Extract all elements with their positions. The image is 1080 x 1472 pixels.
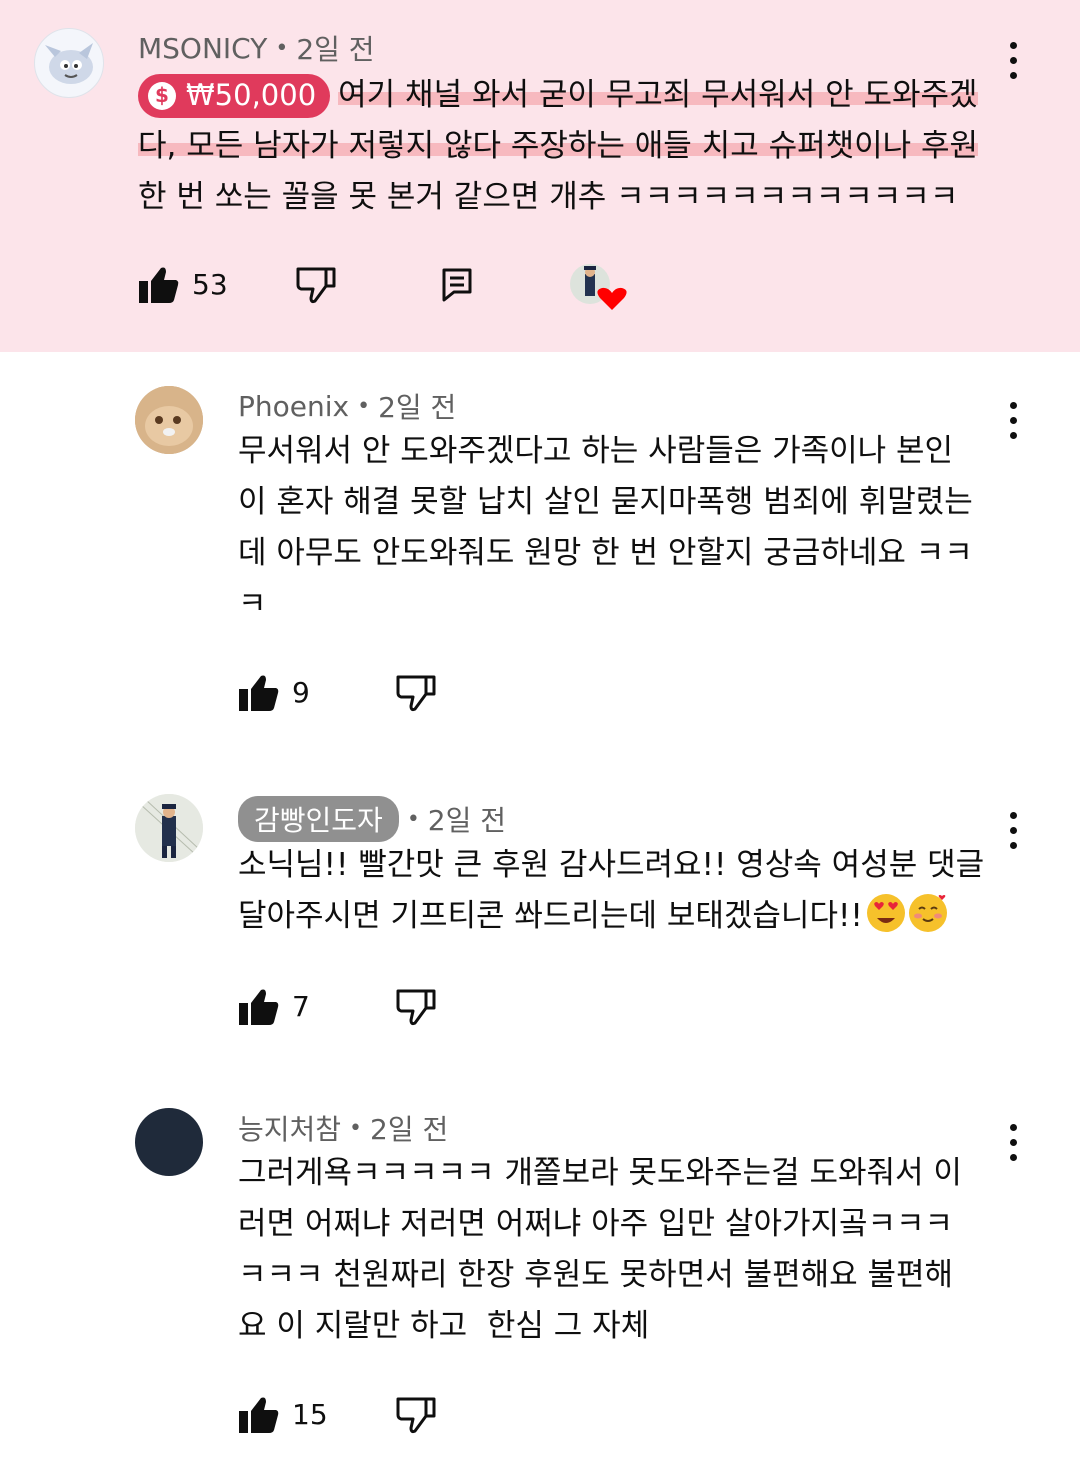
more-options-button[interactable] <box>998 812 1028 852</box>
avatar[interactable] <box>135 1108 203 1176</box>
dislike-icon[interactable] <box>396 988 436 1026</box>
avatar[interactable] <box>135 386 203 454</box>
comment-text: 소닉님!! 빨간맛 큰 후원 감사드려요!! 영상속 여성분 댓글 달아주시면 … <box>238 840 984 942</box>
more-options-icon <box>1010 812 1017 819</box>
comment-line: 소닉님!! 빨간맛 큰 후원 감사드려요!! 영상속 여성분 댓글 <box>238 847 985 883</box>
comment-line: ㅋㅋㅋ 천원짜리 한장 후원도 못하면서 불편해요 불편해 <box>238 1257 954 1293</box>
comment-msonicy: MSONICY • 2일 전 $ ₩50,000 여기 채널 와서 굳이 무고죄 무… <box>0 0 1080 352</box>
timestamp: 2일 전 <box>370 1113 449 1146</box>
more-options-icon <box>1010 402 1017 409</box>
more-options-icon <box>1010 42 1017 49</box>
author-name[interactable]: Phoenix <box>238 390 349 423</box>
more-options-button[interactable] <box>998 402 1028 442</box>
comment-line-text: 다, 모든 남자가 저렇지 않다 주장하는 애들 치고 슈퍼챗이나 후원 <box>138 128 979 164</box>
heart-eyes-emoji-icon <box>866 894 905 932</box>
like-icon[interactable] <box>238 988 280 1026</box>
comment-line: 달아주시면 기프티콘 쏴드리는데 보태겠습니다!! <box>238 891 984 942</box>
separator-dot: • <box>357 393 371 419</box>
comment-line: 무서워서 안 도와주겠다고 하는 사람들은 가족이나 본인 <box>238 433 954 469</box>
like-count: 53 <box>192 268 228 301</box>
timestamp: 2일 전 <box>427 804 507 837</box>
timestamp: 2일 전 <box>296 33 375 66</box>
comment-line: 데 아무도 안도와줘도 원망 한 번 안할지 궁금하네요 ㅋㅋ <box>238 535 973 571</box>
timestamp: 2일 전 <box>378 391 457 424</box>
comment-line: 다, 모든 남자가 저렇지 않다 주장하는 애들 치고 슈퍼챗이나 후원 <box>138 121 979 172</box>
author-name[interactable]: MSONICY <box>138 32 267 65</box>
comment-text: $ ₩50,000 여기 채널 와서 굳이 무고죄 무서워서 안 도와주겠 다, 모… <box>138 70 979 223</box>
comment-meta: MSONICY • 2일 전 <box>138 28 375 68</box>
author-name-chip[interactable]: 감빵인도자 <box>238 796 399 842</box>
comment-text: 무서워서 안 도와주겠다고 하는 사람들은 가족이나 본인 이 혼자 해결 못할… <box>238 426 973 630</box>
avatar[interactable] <box>34 28 104 98</box>
comment-line: 한 번 쏘는 꼴을 못 본거 같으면 개추 ㅋㅋㅋㅋㅋㅋㅋㅋㅋㅋㅋㅋ <box>138 179 959 215</box>
like-count: 7 <box>292 990 310 1023</box>
comment-line: 그러게욕ㅋㅋㅋㅋㅋ 개쫄보라 못도와주는걸 도와줘서 이 <box>238 1155 962 1191</box>
creator-heart-icon <box>568 262 628 312</box>
dislike-icon[interactable] <box>396 674 436 712</box>
author-name[interactable]: 능지처참 <box>238 1108 341 1148</box>
comment-meta: 능지처참 • 2일 전 <box>238 1108 448 1148</box>
like-count: 9 <box>292 676 310 709</box>
dislike-icon[interactable] <box>396 1396 436 1434</box>
reply-icon[interactable] <box>442 268 472 302</box>
comment-line: ㅋ <box>238 586 267 622</box>
comment-line: 요 이 지랄만 하고 한심 그 자체 <box>238 1308 650 1344</box>
more-options-button[interactable] <box>998 1124 1028 1164</box>
comment-owner: 감빵인도자 • 2일 전 소닉님!! 빨간맛 큰 후원 감사드려요!! 영상속 … <box>0 752 1080 1082</box>
comment-line: $ ₩50,000 여기 채널 와서 굳이 무고죄 무서워서 안 도와주겠 <box>138 70 978 121</box>
superchat-badge: $ ₩50,000 <box>138 73 331 118</box>
comment-line-text: 달아주시면 기프티콘 쏴드리는데 보태겠습니다!! <box>238 898 863 934</box>
comment-meta: Phoenix • 2일 전 <box>238 386 456 426</box>
like-count: 15 <box>292 1398 328 1431</box>
comment-text: 그러게욕ㅋㅋㅋㅋㅋ 개쫄보라 못도와주는걸 도와줘서 이 러면 어쩌냐 저러면 … <box>238 1148 962 1352</box>
like-icon[interactable] <box>138 266 180 304</box>
superchat-amount: ₩50,000 <box>186 78 317 112</box>
dollar-coin-icon: $ <box>148 81 176 110</box>
smiling-hearts-emoji-icon <box>908 894 947 932</box>
comment-line-text: 여기 채널 와서 굳이 무고죄 무서워서 안 도와주겠 <box>338 77 978 113</box>
separator-dot: • <box>275 35 289 61</box>
separator-dot: • <box>349 1115 363 1141</box>
comment-line: 러면 어쩌냐 저러면 어쩌냐 아주 입만 살아가지곸ㅋㅋㅋ <box>238 1206 954 1242</box>
more-options-icon <box>1010 1124 1017 1131</box>
separator-dot: • <box>406 806 420 832</box>
like-icon[interactable] <box>238 1396 280 1434</box>
like-icon[interactable] <box>238 674 280 712</box>
more-options-button[interactable] <box>998 42 1028 82</box>
comment-neungji: 능지처참 • 2일 전 그러게욕ㅋㅋㅋㅋㅋ 개쫄보라 못도와주는걸 도와줘서 이… <box>0 1082 1080 1472</box>
comment-phoenix: Phoenix • 2일 전 무서워서 안 도와주겠다고 하는 사람들은 가족이… <box>0 352 1080 752</box>
comment-meta: 감빵인도자 • 2일 전 <box>238 796 506 842</box>
comment-line: 이 혼자 해결 못할 납치 살인 묻지마폭행 범죄에 휘말렸는 <box>238 484 973 520</box>
dislike-icon[interactable] <box>296 266 336 304</box>
avatar[interactable] <box>135 794 203 862</box>
